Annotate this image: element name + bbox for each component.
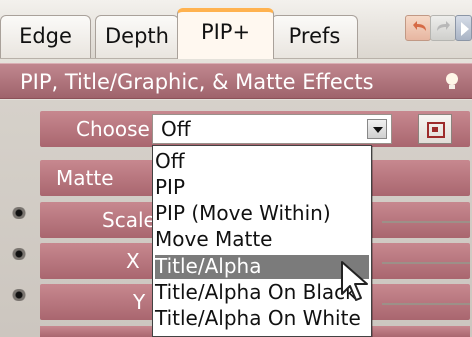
choose-select[interactable]: Off [152, 114, 392, 144]
scale-label: Scale [102, 208, 156, 232]
tab-prefs[interactable]: Prefs [271, 15, 358, 58]
choose-label: Choose [76, 117, 150, 141]
dropdown-option-pip-move-within[interactable]: PIP (Move Within) [155, 202, 369, 226]
dropdown-option-title-alpha-on-white[interactable]: Title/Alpha On White [155, 307, 369, 331]
tab-depth[interactable]: Depth [95, 15, 179, 58]
pip-preview-button[interactable] [418, 114, 452, 144]
y-slider[interactable] [382, 303, 470, 305]
redo-button[interactable] [430, 15, 456, 41]
panel-title-bar: PIP, Title/Graphic, & Matte Effects [0, 63, 472, 99]
tab-label: Prefs [288, 24, 341, 48]
play-icon [461, 22, 469, 36]
x-eye-icon[interactable] [10, 248, 28, 260]
effect-type-dropdown[interactable]: Off PIP PIP (Move Within) Move Matte Tit… [152, 145, 372, 337]
tab-pip-plus[interactable]: PIP+ [177, 8, 274, 59]
pip-icon [432, 127, 438, 132]
dropdown-option-pip[interactable]: PIP [155, 176, 369, 200]
tab-label: Depth [105, 24, 169, 48]
panel-title: PIP, Title/Graphic, & Matte Effects [20, 70, 374, 94]
undo-icon [413, 21, 426, 31]
tab-label: PIP+ [200, 20, 251, 44]
dropdown-option-title-alpha-on-black[interactable]: Title/Alpha On Black [155, 281, 369, 305]
lightbulb-icon [446, 73, 458, 89]
x-label: X [126, 249, 140, 273]
dropdown-option-off[interactable]: Off [155, 150, 369, 174]
dropdown-option-move-matte[interactable]: Move Matte [155, 228, 369, 252]
matte-label: Matte [56, 166, 114, 190]
x-slider[interactable] [382, 262, 470, 264]
choose-select-value: Off [161, 117, 191, 141]
chevron-down-icon[interactable] [367, 119, 387, 139]
undo-button[interactable] [405, 15, 431, 41]
play-button[interactable] [455, 15, 472, 41]
redo-icon [437, 21, 450, 31]
dropdown-option-title-alpha[interactable]: Title/Alpha [155, 255, 369, 279]
tab-bar: Edge Depth PIP+ Prefs [0, 0, 472, 59]
mouse-pointer-icon [341, 261, 368, 301]
y-eye-icon[interactable] [10, 289, 28, 301]
app-window: Edge Depth PIP+ Prefs PIP, Title/Graphic… [0, 0, 472, 337]
scale-eye-icon[interactable] [10, 207, 28, 219]
scale-slider[interactable] [382, 221, 470, 223]
y-label: Y [133, 290, 146, 314]
tab-edge[interactable]: Edge [0, 15, 91, 58]
tab-label: Edge [19, 24, 72, 48]
